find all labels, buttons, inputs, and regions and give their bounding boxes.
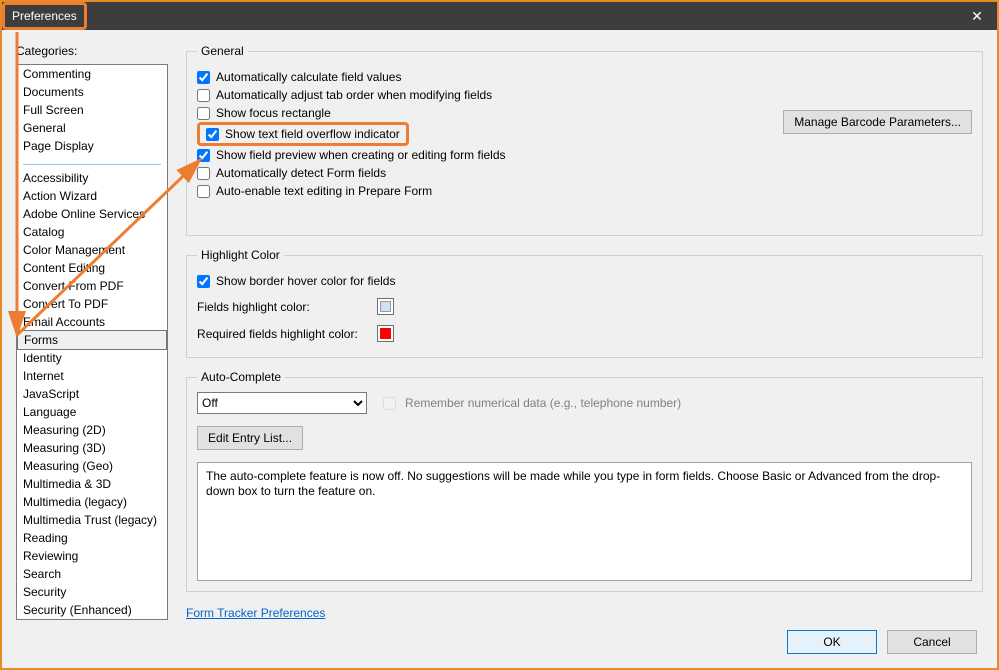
category-item[interactable]: Measuring (2D) [17, 421, 167, 439]
dialog-content: Categories: CommentingDocumentsFull Scre… [2, 30, 997, 668]
category-item[interactable]: Commenting [17, 65, 167, 83]
category-item[interactable]: Full Screen [17, 101, 167, 119]
form-tracker-link[interactable]: Form Tracker Preferences [186, 606, 983, 620]
category-item[interactable]: General [17, 119, 167, 137]
dialog-button-row: OK Cancel [2, 620, 997, 668]
category-item[interactable]: Language [17, 403, 167, 421]
general-checkbox-1[interactable] [197, 89, 210, 102]
close-icon: ✕ [971, 8, 983, 25]
category-item[interactable]: Color Management [17, 241, 167, 259]
categories-label: Categories: [16, 44, 168, 58]
autocomplete-legend: Auto-Complete [197, 370, 285, 384]
category-item[interactable]: Accessibility [17, 169, 167, 187]
window-title: Preferences [12, 9, 77, 23]
category-item[interactable]: Content Editing [17, 259, 167, 277]
fields-highlight-label: Fields highlight color: [197, 300, 367, 314]
category-item[interactable]: JavaScript [17, 385, 167, 403]
category-item-forms[interactable]: Forms [17, 330, 167, 350]
category-item[interactable]: Convert From PDF [17, 277, 167, 295]
autocomplete-description: The auto-complete feature is now off. No… [197, 462, 972, 581]
category-item[interactable]: Multimedia Trust (legacy) [17, 511, 167, 529]
category-item[interactable]: Reading [17, 529, 167, 547]
ok-button[interactable]: OK [787, 630, 877, 654]
general-checkbox-label: Show focus rectangle [216, 106, 331, 120]
general-checkbox-label: Auto-enable text editing in Prepare Form [216, 184, 432, 198]
category-item[interactable]: Internet [17, 367, 167, 385]
edit-entry-list-button[interactable]: Edit Entry List... [197, 426, 303, 450]
annotation-overflow-highlight: Show text field overflow indicator [197, 122, 409, 146]
general-legend: General [197, 44, 248, 58]
remember-numerical-label: Remember numerical data (e.g., telephone… [405, 396, 681, 410]
border-hover-checkbox[interactable] [197, 275, 210, 288]
category-item[interactable]: Email Accounts [17, 313, 167, 331]
general-checkbox-label: Automatically detect Form fields [216, 166, 386, 180]
general-group: General Automatically calculate field va… [186, 44, 983, 236]
remember-numerical-checkbox [383, 397, 396, 410]
general-checkbox-label: Show text field overflow indicator [225, 127, 400, 141]
general-checkbox-2[interactable] [197, 107, 210, 120]
category-item[interactable]: Page Display [17, 137, 167, 155]
category-item[interactable]: Multimedia (legacy) [17, 493, 167, 511]
general-checkbox-0[interactable] [197, 71, 210, 84]
general-checkbox-5[interactable] [197, 167, 210, 180]
highlight-legend: Highlight Color [197, 248, 284, 262]
category-item[interactable]: Multimedia & 3D [17, 475, 167, 493]
general-checkbox-4[interactable] [197, 149, 210, 162]
category-item[interactable]: Catalog [17, 223, 167, 241]
cancel-button[interactable]: Cancel [887, 630, 977, 654]
general-checkbox-label: Automatically adjust tab order when modi… [216, 88, 492, 102]
fields-highlight-color-button[interactable] [377, 298, 394, 315]
category-item[interactable]: Action Wizard [17, 187, 167, 205]
highlight-color-group: Highlight Color Show border hover color … [186, 248, 983, 358]
autocomplete-group: Auto-Complete Off Remember numerical dat… [186, 370, 983, 592]
general-checkbox-label: Show field preview when creating or edit… [216, 148, 505, 162]
annotation-title-highlight: Preferences [2, 2, 87, 30]
category-item[interactable]: Convert To PDF [17, 295, 167, 313]
category-item[interactable]: Documents [17, 83, 167, 101]
autocomplete-mode-select[interactable]: Off [197, 392, 367, 414]
required-highlight-label: Required fields highlight color: [197, 327, 367, 341]
category-item[interactable]: Measuring (3D) [17, 439, 167, 457]
close-button[interactable]: ✕ [957, 2, 997, 30]
category-item[interactable]: Search [17, 565, 167, 583]
general-checkbox-3[interactable] [206, 128, 219, 141]
category-item[interactable]: Reviewing [17, 547, 167, 565]
categories-list[interactable]: CommentingDocumentsFull ScreenGeneralPag… [16, 64, 168, 620]
category-item[interactable]: Adobe Online Services [17, 205, 167, 223]
manage-barcode-button[interactable]: Manage Barcode Parameters... [783, 110, 972, 134]
category-item[interactable]: Security [17, 583, 167, 601]
general-checkbox-6[interactable] [197, 185, 210, 198]
category-item[interactable]: Measuring (Geo) [17, 457, 167, 475]
category-item[interactable]: Identity [17, 349, 167, 367]
titlebar: Preferences ✕ [2, 2, 997, 30]
required-highlight-color-button[interactable] [377, 325, 394, 342]
border-hover-label: Show border hover color for fields [216, 274, 395, 288]
category-item[interactable]: Security (Enhanced) [17, 601, 167, 619]
preferences-dialog: Preferences ✕ Categories: CommentingDocu… [0, 0, 999, 670]
general-checkbox-label: Automatically calculate field values [216, 70, 401, 84]
